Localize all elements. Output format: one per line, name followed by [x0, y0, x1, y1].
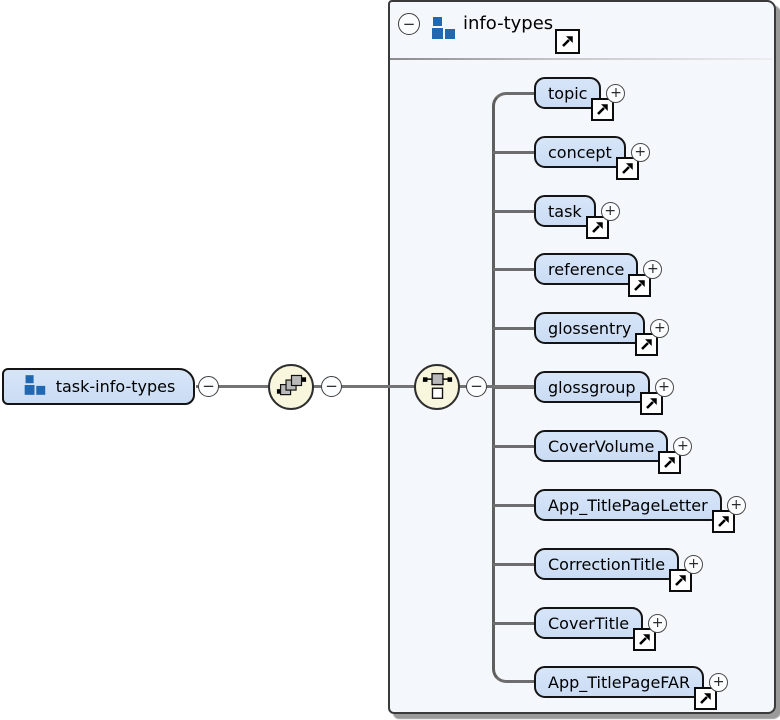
plus-glyph: + — [687, 556, 700, 572]
minus-glyph: − — [202, 377, 215, 395]
element-label: App_TitlePageFAR — [548, 672, 691, 692]
expand-icon[interactable]: + — [630, 142, 650, 162]
element-label: CoverVolume — [548, 436, 655, 456]
plus-glyph: + — [651, 615, 664, 631]
element-box[interactable]: glossentry — [534, 312, 659, 356]
connector-line — [493, 504, 535, 507]
plus-glyph: + — [647, 261, 659, 277]
element-box[interactable]: concept — [534, 136, 639, 180]
element-label: concept — [548, 142, 612, 162]
element-row-app-titlepagefar: App_TitlePageFAR + — [534, 666, 729, 710]
schema-diagram-canvas: − info-types task-info-types − − − topic… — [0, 0, 780, 720]
choice-icon — [422, 370, 453, 405]
root-element-box[interactable]: task-info-types — [2, 368, 195, 405]
element-row-task: task + — [534, 195, 620, 239]
element-row-concept: concept + — [534, 136, 650, 180]
element-label: CorrectionTitle — [548, 554, 666, 574]
element-label: App_TitlePageLetter — [548, 495, 708, 515]
plus-glyph: + — [654, 320, 666, 336]
minus-glyph: − — [402, 14, 416, 33]
panel-title: info-types — [463, 13, 554, 34]
minus-glyph: − — [470, 377, 483, 395]
sequence-compositor[interactable] — [268, 364, 314, 410]
element-label: task — [548, 201, 582, 221]
plus-glyph: + — [658, 379, 670, 395]
connector-line — [493, 210, 535, 213]
connector-line — [493, 268, 535, 271]
element-row-reference: reference + — [534, 253, 663, 297]
expand-icon[interactable]: + — [648, 613, 668, 633]
expand-icon[interactable]: + — [654, 377, 674, 397]
plus-glyph: + — [634, 144, 647, 160]
sequence-icon — [276, 370, 307, 405]
connector-line — [493, 327, 535, 330]
jump-to-definition-icon[interactable] — [555, 29, 580, 54]
element-label: CoverTitle — [548, 613, 630, 633]
element-box[interactable]: App_TitlePageFAR — [534, 666, 718, 710]
element-label: glossgroup — [548, 377, 636, 397]
header-separator — [390, 58, 772, 60]
element-box[interactable]: CorrectionTitle — [534, 548, 693, 592]
connector-line — [493, 151, 535, 154]
root-element-label: task-info-types — [55, 377, 176, 396]
element-icon — [429, 16, 457, 44]
collapse-icon[interactable]: − — [398, 13, 420, 35]
element-row-topic: topic + — [534, 77, 626, 121]
expand-icon[interactable]: + — [643, 259, 663, 279]
plus-glyph: + — [676, 438, 689, 454]
element-icon — [22, 374, 47, 400]
connector-line — [493, 445, 535, 448]
expand-icon[interactable]: + — [726, 495, 746, 515]
connector-line — [493, 622, 535, 625]
expand-icon[interactable]: + — [673, 436, 693, 456]
element-box[interactable]: task — [534, 195, 609, 239]
collapse-icon[interactable]: − — [198, 376, 219, 397]
element-row-covervolume: CoverVolume + — [534, 430, 693, 474]
element-box[interactable]: CoverTitle — [534, 607, 657, 651]
element-box[interactable]: reference — [534, 253, 652, 297]
plus-glyph: + — [730, 497, 743, 513]
element-box[interactable]: CoverVolume — [534, 430, 682, 474]
plus-glyph: + — [610, 85, 622, 101]
element-row-glossgroup: glossgroup + — [534, 371, 674, 415]
element-label: topic — [548, 83, 588, 103]
collapse-icon[interactable]: − — [321, 376, 342, 397]
expand-icon[interactable]: + — [709, 672, 729, 692]
connector-line — [493, 563, 535, 566]
collapse-icon[interactable]: − — [466, 376, 487, 397]
element-label: glossentry — [548, 318, 632, 338]
element-box[interactable]: topic — [534, 77, 615, 121]
expand-icon[interactable]: + — [684, 554, 704, 574]
element-row-covertitle: CoverTitle + — [534, 607, 668, 651]
expand-icon[interactable]: + — [600, 201, 620, 221]
element-row-app-titlepageletter: App_TitlePageLetter + — [534, 489, 746, 533]
element-label: reference — [548, 259, 625, 279]
expand-icon[interactable]: + — [650, 318, 670, 338]
choice-compositor[interactable] — [414, 364, 460, 410]
plus-glyph: + — [712, 674, 725, 690]
element-row-glossentry: glossentry + — [534, 312, 670, 356]
plus-glyph: + — [604, 203, 617, 219]
minus-glyph: − — [325, 377, 338, 395]
element-box[interactable]: glossgroup — [534, 371, 663, 415]
element-box[interactable]: App_TitlePageLetter — [534, 489, 735, 533]
element-row-correctiontitle: CorrectionTitle + — [534, 548, 704, 592]
expand-icon[interactable]: + — [606, 83, 626, 103]
